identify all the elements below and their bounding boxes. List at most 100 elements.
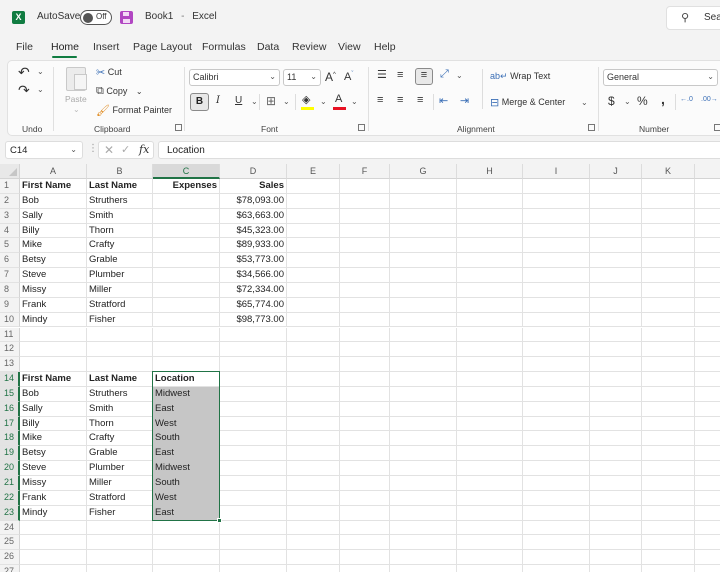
empty-cell[interactable] — [457, 208, 523, 224]
empty-cell[interactable] — [390, 431, 457, 447]
empty-cell[interactable] — [287, 476, 340, 491]
data-cell[interactable]: Grable — [87, 253, 153, 269]
empty-cell[interactable] — [340, 416, 390, 432]
empty-cell[interactable] — [457, 282, 523, 298]
empty-cell[interactable] — [695, 506, 720, 521]
empty-cell[interactable] — [695, 253, 720, 269]
data-cell[interactable]: $78,093.00 — [220, 193, 287, 209]
row-header-23[interactable]: 23 — [0, 505, 20, 521]
empty-cell[interactable] — [695, 387, 720, 402]
empty-cell[interactable] — [20, 520, 87, 536]
empty-cell[interactable] — [287, 297, 340, 313]
empty-cell[interactable] — [153, 550, 220, 566]
empty-cell[interactable] — [590, 238, 642, 254]
empty-cell[interactable] — [590, 327, 642, 343]
row-header-18[interactable]: 18 — [0, 431, 20, 447]
data-cell[interactable]: Frank — [20, 490, 87, 506]
empty-cell[interactable] — [523, 357, 590, 373]
empty-cell[interactable] — [390, 179, 457, 194]
empty-cell[interactable] — [340, 446, 390, 462]
data-cell[interactable]: Missy — [20, 282, 87, 298]
empty-cell[interactable] — [642, 208, 695, 224]
empty-cell[interactable] — [390, 490, 457, 506]
empty-cell[interactable] — [340, 461, 390, 476]
empty-cell[interactable] — [390, 520, 457, 536]
empty-cell[interactable] — [390, 446, 457, 462]
empty-cell[interactable] — [457, 327, 523, 343]
empty-cell[interactable] — [457, 490, 523, 506]
empty-cell[interactable] — [457, 357, 523, 373]
data-cell[interactable]: $45,323.00 — [220, 223, 287, 239]
empty-cell[interactable] — [340, 179, 390, 194]
row-header-25[interactable]: 25 — [0, 535, 20, 551]
empty-cell[interactable] — [340, 327, 390, 343]
empty-cell[interactable] — [390, 208, 457, 224]
fill-color-dropdown-chevron-icon[interactable]: ⌄ — [320, 97, 327, 106]
data-cell[interactable]: $72,334.00 — [220, 282, 287, 298]
increase-indent-icon[interactable]: ⇥ — [460, 94, 469, 107]
column-header-g[interactable]: G — [390, 164, 457, 179]
empty-cell[interactable] — [642, 476, 695, 491]
data-cell[interactable] — [153, 312, 220, 328]
empty-cell[interactable] — [457, 401, 523, 417]
row-header-22[interactable]: 22 — [0, 490, 20, 506]
empty-cell[interactable] — [457, 386, 523, 402]
empty-cell[interactable] — [523, 520, 590, 536]
empty-cell[interactable] — [340, 238, 390, 254]
data-cell[interactable] — [153, 282, 220, 298]
active-cell[interactable]: Location — [153, 372, 220, 387]
empty-cell[interactable] — [523, 342, 590, 358]
empty-cell[interactable] — [590, 431, 642, 447]
empty-cell[interactable] — [695, 283, 720, 298]
empty-cell[interactable] — [642, 372, 695, 387]
empty-cell[interactable] — [523, 297, 590, 313]
empty-cell[interactable] — [642, 461, 695, 476]
fill-handle[interactable] — [217, 517, 222, 523]
empty-cell[interactable] — [590, 253, 642, 269]
data-cell[interactable] — [153, 297, 220, 313]
header-cell[interactable]: Expenses — [153, 179, 220, 194]
selected-cell[interactable]: South — [153, 431, 220, 447]
empty-cell[interactable] — [340, 401, 390, 417]
empty-cell[interactable] — [523, 535, 590, 551]
data-cell[interactable]: Mike — [20, 431, 87, 447]
empty-cell[interactable] — [153, 565, 220, 572]
empty-cell[interactable] — [457, 238, 523, 254]
cut-button[interactable]: ✂ Cut — [96, 66, 122, 79]
empty-cell[interactable] — [87, 565, 153, 572]
row-header-13[interactable]: 13 — [0, 357, 20, 373]
empty-cell[interactable] — [220, 520, 287, 536]
empty-cell[interactable] — [457, 446, 523, 462]
empty-cell[interactable] — [340, 223, 390, 239]
empty-cell[interactable] — [523, 401, 590, 417]
empty-cell[interactable] — [390, 550, 457, 566]
header-cell[interactable]: First Name — [20, 372, 87, 387]
row-header-11[interactable]: 11 — [0, 327, 20, 343]
empty-cell[interactable] — [642, 253, 695, 269]
row-header-8[interactable]: 8 — [0, 282, 20, 298]
column-header-c[interactable]: C — [153, 164, 220, 179]
tab-page-layout[interactable]: Page Layout — [133, 41, 192, 53]
empty-cell[interactable] — [523, 431, 590, 447]
empty-cell[interactable] — [457, 550, 523, 566]
empty-cell[interactable] — [340, 312, 390, 328]
empty-cell[interactable] — [87, 550, 153, 566]
empty-cell[interactable] — [695, 550, 720, 566]
empty-cell[interactable] — [457, 297, 523, 313]
empty-cell[interactable] — [153, 342, 220, 358]
empty-cell[interactable] — [695, 417, 720, 432]
empty-cell[interactable] — [20, 357, 87, 373]
data-cell[interactable]: Billy — [20, 223, 87, 239]
empty-cell[interactable] — [220, 357, 287, 373]
data-cell[interactable]: Sally — [20, 401, 87, 417]
data-cell[interactable]: Plumber — [87, 461, 153, 476]
autosave-toggle[interactable]: Off — [80, 10, 112, 25]
data-cell[interactable]: Grable — [87, 446, 153, 462]
row-header-16[interactable]: 16 — [0, 401, 20, 417]
row-header-2[interactable]: 2 — [0, 193, 20, 209]
empty-cell[interactable] — [287, 505, 340, 521]
empty-cell[interactable] — [523, 327, 590, 343]
empty-cell[interactable] — [590, 565, 642, 572]
data-cell[interactable]: Smith — [87, 208, 153, 224]
empty-cell[interactable] — [287, 342, 340, 358]
